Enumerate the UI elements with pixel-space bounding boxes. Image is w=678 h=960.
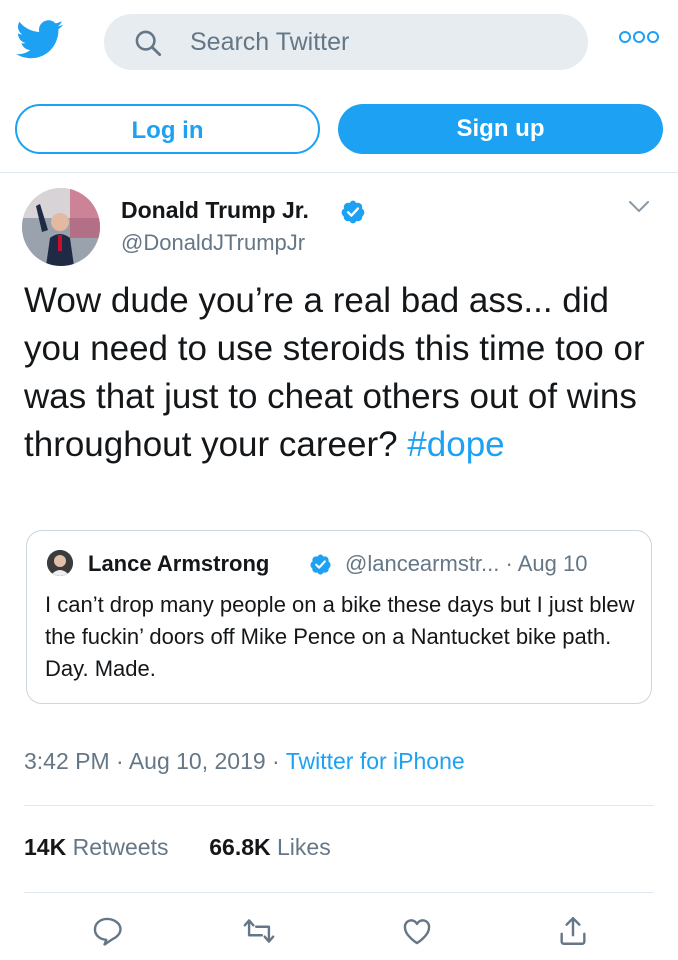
login-button[interactable]: Log in [15, 104, 320, 154]
heart-icon[interactable] [400, 914, 434, 948]
retweets-label: Retweets [66, 834, 169, 860]
retweet-icon[interactable] [242, 914, 276, 948]
avatar[interactable] [22, 188, 100, 266]
reply-icon[interactable] [90, 914, 124, 948]
tweet-meta: 3:42 PM · Aug 10, 2019 · Twitter for iPh… [24, 748, 465, 775]
divider [24, 892, 654, 893]
tweet-text-body: Wow dude you’re a real bad ass... did yo… [24, 281, 645, 464]
retweets-count: 14K [24, 834, 67, 860]
quoted-avatar [47, 550, 73, 576]
more-dots-icon[interactable] [618, 30, 660, 44]
share-icon[interactable] [556, 914, 590, 948]
chevron-down-icon[interactable] [628, 200, 650, 214]
twitter-bird-icon[interactable] [16, 20, 64, 60]
search-input[interactable]: Search Twitter [104, 14, 588, 70]
likes-stat[interactable]: 66.8K Likes [209, 834, 330, 860]
quoted-avatar-photo [47, 550, 73, 576]
author-name[interactable]: Donald Trump Jr. [121, 197, 309, 224]
top-bar: Search Twitter [0, 0, 678, 84]
search-icon [135, 30, 162, 57]
quoted-text: I can’t drop many people on a bike these… [45, 592, 635, 681]
quoted-handle-date: @lancearmstr... · Aug 10 [345, 551, 588, 576]
quoted-author-name: Lance Armstrong [88, 551, 270, 576]
tweet-text: Wow dude you’re a real bad ass... did yo… [24, 277, 654, 469]
search-placeholder: Search Twitter [190, 28, 350, 56]
author-handle[interactable]: @DonaldJTrumpJr [121, 230, 305, 256]
action-bar [0, 914, 678, 954]
avatar-photo [22, 188, 100, 266]
verified-badge-icon [341, 200, 365, 224]
timestamp[interactable]: 3:42 PM · Aug 10, 2019 · [24, 748, 286, 774]
likes-label: Likes [270, 834, 331, 860]
tweet-stats: 14K Retweets 66.8K Likes [24, 834, 331, 861]
hashtag-link[interactable]: #dope [407, 425, 504, 464]
likes-count: 66.8K [209, 834, 271, 860]
verified-badge-icon [310, 554, 331, 575]
auth-bar: Log in Sign up [0, 84, 678, 173]
source-link[interactable]: Twitter for iPhone [286, 748, 465, 774]
retweets-stat[interactable]: 14K Retweets [24, 834, 168, 860]
signup-button[interactable]: Sign up [338, 104, 663, 154]
divider [24, 805, 654, 806]
quoted-tweet[interactable]: Lance Armstrong @lancearmstr... · Aug 10… [26, 530, 652, 704]
